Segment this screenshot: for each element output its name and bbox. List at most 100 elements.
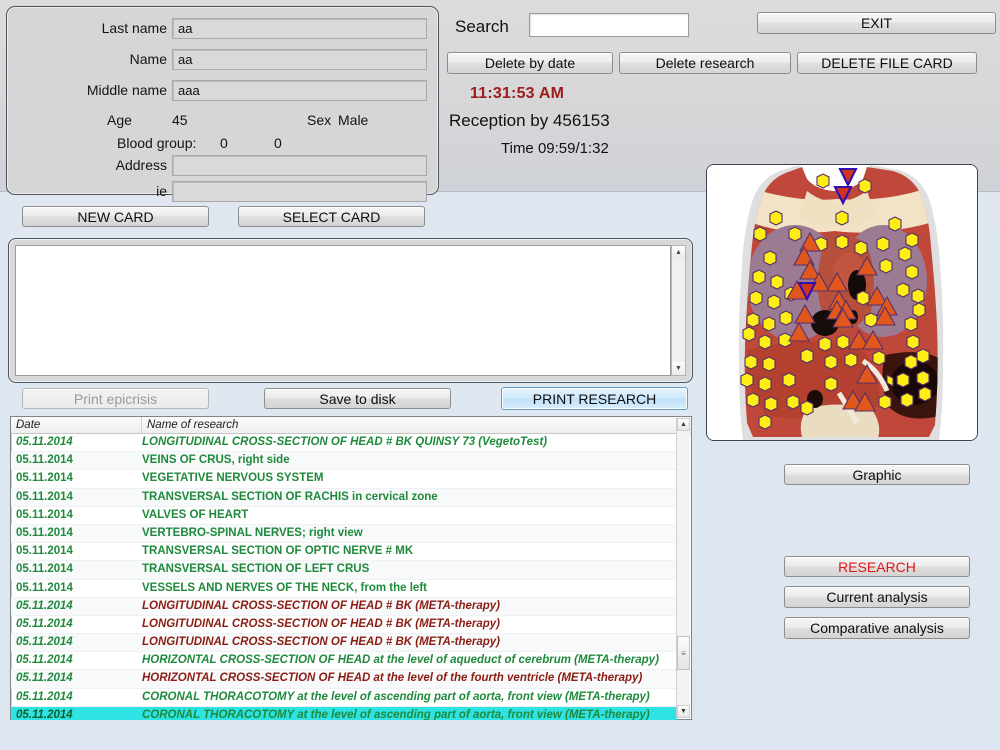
row-research-name: HORIZONTAL CROSS-SECTION OF HEAD at the … [142,652,675,669]
delete-file-card-button[interactable]: DELETE FILE CARD [797,52,977,74]
row-date: 05.11.2014 [16,580,136,597]
table-row[interactable]: 05.11.2014 HORIZONTAL CROSS-SECTION OF HE… [11,670,677,688]
save-to-disk-button[interactable]: Save to disk [264,388,451,409]
blood-group-label: Blood group: [117,133,196,154]
list-scroll-down-icon[interactable]: ▼ [677,705,690,718]
sex-value[interactable]: Male [338,110,368,131]
row-research-name: CORONAL THORACOTOMY at the level of asce… [142,689,675,706]
epicrisis-textarea[interactable] [15,245,671,376]
anatomy-scan-image[interactable] [707,165,977,440]
row-research-name: CORONAL THORACOTOMY at the level of asce… [142,707,675,720]
row-research-name: VEGETATIVE NERVOUS SYSTEM [142,470,675,487]
row-date: 05.11.2014 [16,616,136,633]
age-value[interactable]: 45 [172,110,188,131]
first-name-label: Name [17,49,167,70]
row-date: 05.11.2014 [16,670,136,687]
print-research-button[interactable]: PRINT RESEARCH [501,387,688,410]
first-name-field[interactable]: aa [172,49,427,70]
research-list-body[interactable]: 05.11.2014 LONGITUDINAL CROSS-SECTION OF … [11,434,677,720]
row-research-name: HORIZONTAL CROSS-SECTION OF HEAD at the … [142,670,675,687]
list-scroll-up-icon[interactable]: ▲ [677,418,690,431]
row-research-name: TRANSVERSAL SECTION OF RACHIS in cervica… [142,489,675,506]
row-research-name: TRANSVERSAL SECTION OF LEFT CRUS [142,561,675,578]
row-research-name: TRANSVERSAL SECTION OF OPTIC NERVE # MK [142,543,675,560]
table-row[interactable]: 05.11.2014 LONGITUDINAL CROSS-SECTION OF … [11,598,677,616]
table-row[interactable]: 05.11.2014 TRANSVERSAL SECTION OF OPTIC N… [11,543,677,561]
delete-research-button[interactable]: Delete research [619,52,791,74]
row-date: 05.11.2014 [16,561,136,578]
row-research-name: VEINS OF CRUS, right side [142,452,675,469]
research-list-header: Date Name of research [11,417,691,434]
age-label: Age [107,110,132,131]
current-analysis-button[interactable]: Current analysis [784,586,970,608]
row-date: 05.11.2014 [16,434,136,451]
epicrisis-memo-panel: ▲ ▼ [8,238,693,383]
last-name-field[interactable]: aa [172,18,427,39]
row-date: 05.11.2014 [16,634,136,651]
epicrisis-scrollbar[interactable]: ▲ ▼ [671,245,686,376]
row-date: 05.11.2014 [16,525,136,542]
graphic-button[interactable]: Graphic [784,464,970,485]
session-time-label: Time 09:59/1:32 [501,140,609,157]
middle-name-label: Middle name [17,80,167,101]
column-header-date[interactable]: Date [11,417,142,434]
table-row[interactable]: 05.11.2014CORONAL THORACOTOMY at the lev… [11,707,677,720]
row-date: 05.11.2014 [16,507,136,524]
row-research-name: LONGITUDINAL CROSS-SECTION OF HEAD # BK … [142,434,675,451]
delete-by-date-button[interactable]: Delete by date [447,52,613,74]
row-research-name: VERTEBRO-SPINAL NERVES; right view [142,525,675,542]
table-row[interactable]: 05.11.2014 VEGETATIVE NERVOUS SYSTEM [11,470,677,488]
row-date: 05.11.2014 [16,489,136,506]
scroll-up-icon[interactable]: ▲ [672,246,685,259]
anatomy-visualization-panel[interactable] [706,164,978,441]
research-list: Date Name of research 05.11.2014 LONGITUD… [10,416,692,720]
reception-label: Reception by 456153 [449,111,610,131]
print-epicrisis-button[interactable]: Print epicrisis [22,388,209,409]
table-row[interactable]: 05.11.2014 CORONAL THORACOTOMY at the lev… [11,689,677,707]
select-card-button[interactable]: SELECT CARD [238,206,425,227]
search-input[interactable] [529,13,689,37]
row-date: 05.11.2014 [16,598,136,615]
app-window: Last name aa Name aa Middle name aaa Age… [0,0,1000,750]
new-card-button[interactable]: NEW CARD [22,206,209,227]
ie-label: ie [17,181,167,202]
patient-card-panel: Last name aa Name aa Middle name aaa Age… [6,6,439,195]
research-button[interactable]: RESEARCH [784,556,970,577]
table-row[interactable]: 05.11.2014 VERTEBRO-SPINAL NERVES; right … [11,525,677,543]
sex-label: Sex [307,110,331,131]
exit-button[interactable]: EXIT [757,12,996,34]
research-list-scrollbar[interactable]: ▲ ≡ ▼ [676,418,690,718]
row-date: 05.11.2014 [16,470,136,487]
table-row[interactable]: 05.11.2014 LONGITUDINAL CROSS-SECTION OF … [11,634,677,652]
column-header-name[interactable]: Name of research [142,417,677,434]
row-research-name: VESSELS AND NERVES OF THE NECK, from the… [142,580,675,597]
row-date: 05.11.2014 [16,452,136,469]
last-name-label: Last name [17,18,167,39]
table-row[interactable]: 05.11.2014 HORIZONTAL CROSS-SECTION OF HE… [11,652,677,670]
table-row[interactable]: 05.11.2014 TRANSVERSAL SECTION OF LEFT CR… [11,561,677,579]
clock-display: 11:31:53 AM [470,85,564,103]
table-row[interactable]: 05.11.2014 VALVES OF HEART [11,507,677,525]
table-row[interactable]: 05.11.2014 VEINS OF CRUS, right side [11,452,677,470]
address-label: Address [17,155,167,176]
search-label: Search [455,17,509,37]
rhesus-value[interactable]: 0 [274,133,282,154]
row-date: 05.11.2014 [16,543,136,560]
middle-name-field[interactable]: aaa [172,80,427,101]
row-research-name: LONGITUDINAL CROSS-SECTION OF HEAD # BK … [142,616,675,633]
table-row[interactable]: 05.11.2014 VESSELS AND NERVES OF THE NECK… [11,580,677,598]
table-row[interactable]: 05.11.2014 LONGITUDINAL CROSS-SECTION OF … [11,616,677,634]
address-field[interactable] [172,155,427,176]
ie-field[interactable] [172,181,427,202]
table-row[interactable]: 05.11.2014 TRANSVERSAL SECTION OF RACHIS … [11,489,677,507]
row-date: 05.11.2014 [16,652,136,669]
scroll-down-icon[interactable]: ▼ [672,362,685,375]
row-date: 05.11.2014 [16,689,136,706]
list-scroll-thumb[interactable]: ≡ [677,636,690,670]
table-row[interactable]: 05.11.2014 LONGITUDINAL CROSS-SECTION OF … [11,434,677,452]
comparative-analysis-button[interactable]: Comparative analysis [784,617,970,639]
row-research-name: LONGITUDINAL CROSS-SECTION OF HEAD # BK … [142,634,675,651]
blood-group-value[interactable]: 0 [220,133,228,154]
row-research-name: LONGITUDINAL CROSS-SECTION OF HEAD # BK … [142,598,675,615]
row-research-name: VALVES OF HEART [142,507,675,524]
